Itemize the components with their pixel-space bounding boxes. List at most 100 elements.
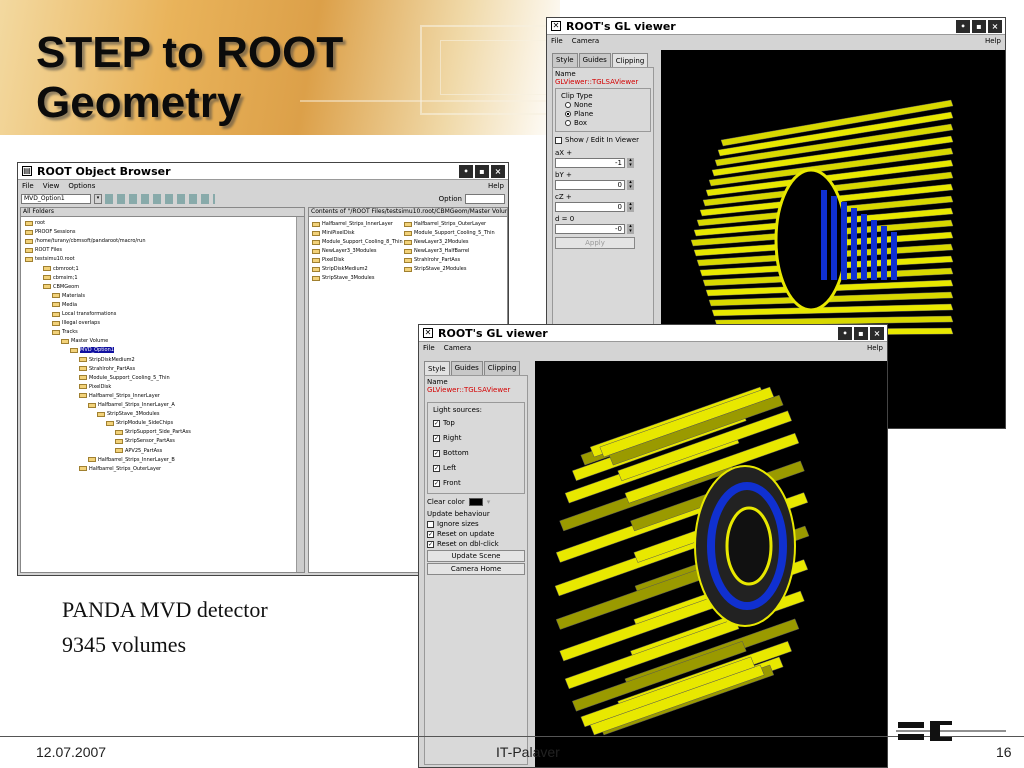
tree-item[interactable]: /home/turany/cbmsoft/pandaroot/macro/run <box>25 238 146 244</box>
toolbar-icons[interactable] <box>105 193 215 204</box>
folder-combo[interactable]: MVD_Option1 <box>21 193 91 204</box>
update-scene-button[interactable]: Update Scene <box>427 550 525 562</box>
menu-camera[interactable]: Camera <box>444 344 471 352</box>
reset-on-dblclick-checkbox[interactable]: ✓ Reset on dbl-click <box>427 540 525 548</box>
reset-on-update-checkbox[interactable]: ✓ Reset on update <box>427 530 525 538</box>
content-item[interactable]: StripStave_2Modules <box>404 266 466 272</box>
tree-item[interactable]: root <box>25 220 45 226</box>
content-item[interactable]: NewLayer3_HalfBarrel <box>404 248 469 254</box>
light-sources-group: Light sources: ✓ Top ✓ Right ✓ Bottom ✓ Left… <box>427 402 525 494</box>
content-item[interactable]: Halfbarrel_Strips_OuterLayer <box>404 221 486 227</box>
menu-file[interactable]: File <box>22 182 34 190</box>
d-field[interactable]: -0 ▴ ▾ <box>555 224 651 234</box>
color-dropdown-icon[interactable]: ▾ <box>487 498 491 506</box>
content-item[interactable]: NewLayer3_3Modules <box>312 248 377 254</box>
menu-options[interactable]: Options <box>68 182 95 190</box>
light-left-checkbox[interactable]: ✓ Left <box>433 464 521 472</box>
tree-item[interactable]: MVD_Option1 <box>70 347 114 354</box>
tab-clipping[interactable]: Clipping <box>611 53 649 67</box>
gl1-titlebar[interactable]: ✕ ROOT's GL viewer • ▪ × <box>547 18 1005 35</box>
by-field[interactable]: 0 ▴ ▾ <box>555 180 651 190</box>
minimize-button[interactable]: • <box>956 19 970 33</box>
light-front-checkbox[interactable]: ✓ Front <box>433 479 521 487</box>
gl2-3d-canvas[interactable] <box>535 361 887 767</box>
ignore-sizes-checkbox[interactable]: Ignore sizes <box>427 520 525 528</box>
content-item[interactable]: Module_Support_Cooling_5_Thin <box>404 230 495 236</box>
tab-clipping[interactable]: Clipping <box>483 361 521 375</box>
content-item[interactable]: StripDiskMedium2 <box>312 266 368 272</box>
tree-item[interactable]: Module_Support_Cooling_5_Thin <box>79 375 170 381</box>
tree-item[interactable]: Local transformations <box>52 311 116 317</box>
browser-left-pane[interactable]: All Folders root PROOF Sessions/home/tura… <box>20 207 305 573</box>
tree-item[interactable]: StripModule_SideChips <box>106 420 173 426</box>
menu-view[interactable]: View <box>43 182 60 190</box>
color-swatch[interactable] <box>468 498 483 506</box>
tab-style[interactable]: Style <box>424 361 450 375</box>
tree-item[interactable]: Master Volume <box>61 338 108 344</box>
close-button[interactable]: × <box>491 164 505 178</box>
tree-item[interactable]: StripStave_3Modules <box>97 411 159 417</box>
tree-item[interactable]: cbmsim;1 <box>43 275 78 281</box>
radio-box[interactable]: Box <box>565 119 647 127</box>
content-item[interactable]: MiniPixelDisk <box>312 230 355 236</box>
tree-item[interactable]: cbmroot;1 <box>43 266 79 272</box>
tree-item[interactable]: StripSupport_Side_PartAss <box>115 429 191 435</box>
light-top-checkbox[interactable]: ✓ Top <box>433 419 521 427</box>
tree-item[interactable]: APV25_PartAss <box>115 448 162 454</box>
maximize-button[interactable]: ▪ <box>475 164 489 178</box>
tree-item[interactable]: Halfbarrel_Strips_InnerLayer_A <box>88 402 175 408</box>
light-bottom-checkbox[interactable]: ✓ Bottom <box>433 449 521 457</box>
radio-plane[interactable]: Plane <box>565 110 647 118</box>
close-button[interactable]: × <box>870 326 884 340</box>
light-right-checkbox[interactable]: ✓ Right <box>433 434 521 442</box>
left-scrollbar[interactable] <box>296 217 304 572</box>
tree-item[interactable]: Illegal overlaps <box>52 320 100 326</box>
tab-guides[interactable]: Guides <box>578 53 611 67</box>
combo-arrow-icon[interactable]: ▾ <box>94 193 102 204</box>
tree-item[interactable]: PixelDisk <box>79 384 111 390</box>
menu-help[interactable]: Help <box>867 344 883 352</box>
camera-home-button[interactable]: Camera Home <box>427 563 525 575</box>
menu-file[interactable]: File <box>423 344 435 352</box>
tree-item[interactable]: Strahlrohr_PartAss <box>79 366 135 372</box>
tree-item[interactable]: CBMGeom <box>43 284 79 290</box>
tree-item[interactable]: testsimu10.root <box>25 256 75 262</box>
option-combo[interactable] <box>465 193 505 204</box>
tree-item[interactable]: Halfbarrel_Strips_InnerLayer_B <box>88 457 175 463</box>
content-item[interactable]: PixelDisk <box>312 257 344 263</box>
radio-none[interactable]: None <box>565 101 647 109</box>
maximize-button[interactable]: ▪ <box>854 326 868 340</box>
menu-help[interactable]: Help <box>985 37 1001 45</box>
tree-item[interactable]: ROOT Files <box>25 247 62 253</box>
show-edit-checkbox[interactable]: Show / Edit In Viewer <box>555 136 651 144</box>
menu-help[interactable]: Help <box>488 182 504 190</box>
close-button[interactable]: × <box>988 19 1002 33</box>
minimize-button[interactable]: • <box>459 164 473 178</box>
apply-button[interactable]: Apply <box>555 237 635 249</box>
content-item[interactable]: Halfbarrel_Strips_InnerLayer <box>312 221 393 227</box>
tree-item[interactable]: Halfbarrel_Strips_OuterLayer <box>79 466 161 472</box>
tree-item[interactable]: Media <box>52 302 77 308</box>
gl2-titlebar[interactable]: ✕ ROOT's GL viewer • ▪ × <box>419 325 887 342</box>
tree-item[interactable]: StripDiskMedium2 <box>79 357 135 363</box>
minimize-button[interactable]: • <box>838 326 852 340</box>
cz-field[interactable]: 0 ▴ ▾ <box>555 202 651 212</box>
content-item[interactable]: StripStave_3Modules <box>312 275 374 281</box>
maximize-button[interactable]: ▪ <box>972 19 986 33</box>
tree-item[interactable]: StripSensor_PartAss <box>115 438 175 444</box>
content-item[interactable]: Strahlrohr_PartAss <box>404 257 460 263</box>
folder-icon <box>404 230 412 236</box>
by-label: bY + <box>555 171 572 179</box>
tree-item[interactable]: PROOF Sessions <box>25 229 76 235</box>
menu-camera[interactable]: Camera <box>572 37 599 45</box>
content-item[interactable]: NewLayer3_2Modules <box>404 239 469 245</box>
tree-item[interactable]: Halfbarrel_Strips_InnerLayer <box>79 393 160 399</box>
browser-titlebar[interactable]: ▤ ROOT Object Browser • ▪ × <box>18 163 508 180</box>
ax-field[interactable]: -1 ▴ ▾ <box>555 158 651 168</box>
tree-item[interactable]: Materials <box>52 293 85 299</box>
tab-style[interactable]: Style <box>552 53 578 67</box>
menu-file[interactable]: File <box>551 37 563 45</box>
content-item[interactable]: Module_Support_Cooling_8_Thin <box>312 239 403 245</box>
tree-item[interactable]: Tracks <box>52 329 78 335</box>
tab-guides[interactable]: Guides <box>450 361 483 375</box>
